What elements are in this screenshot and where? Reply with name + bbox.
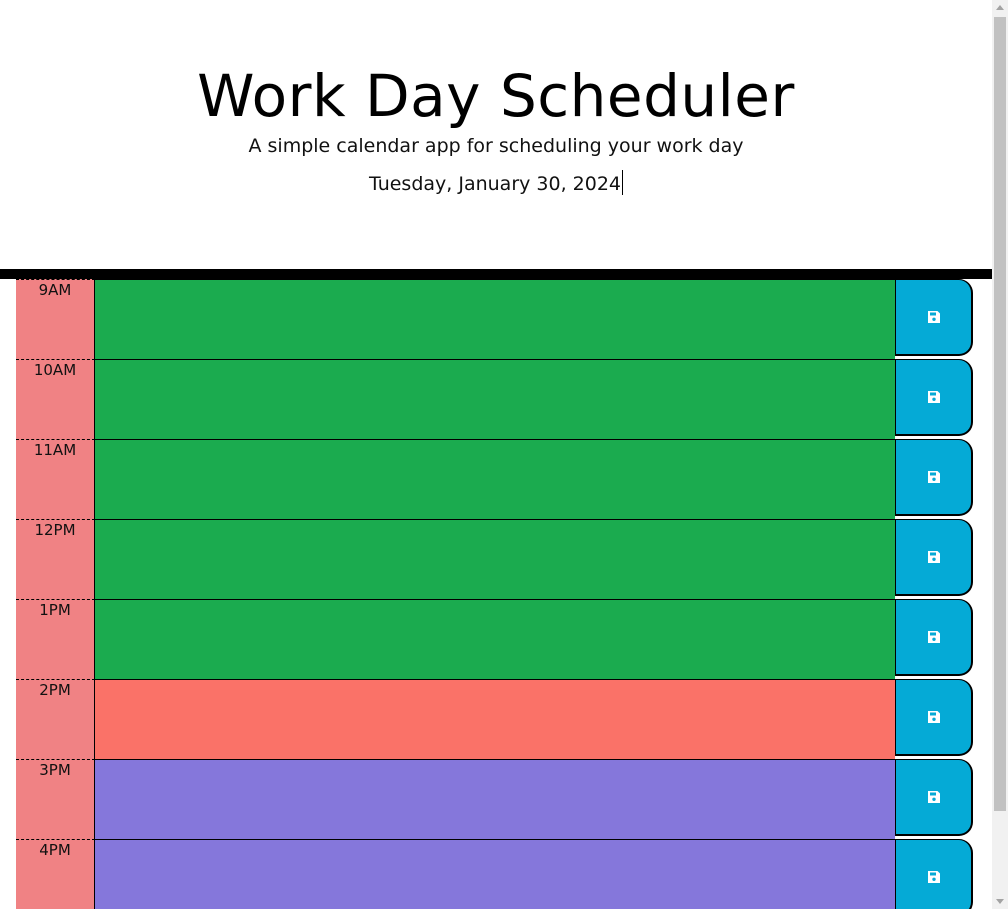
page: Work Day Scheduler A simple calendar app… bbox=[0, 0, 992, 909]
description-textarea[interactable] bbox=[95, 519, 895, 599]
jumbotron-header: Work Day Scheduler A simple calendar app… bbox=[0, 0, 992, 269]
time-block-row: 1PM bbox=[16, 599, 976, 679]
description-textarea[interactable] bbox=[95, 759, 895, 839]
scroll-down-arrow-icon[interactable] bbox=[996, 899, 1004, 904]
floppy-disk-icon bbox=[927, 471, 940, 483]
save-button[interactable] bbox=[895, 679, 973, 756]
text-caret bbox=[622, 170, 624, 195]
hour-label: 1PM bbox=[16, 599, 95, 679]
save-button[interactable] bbox=[895, 839, 973, 909]
scroll-up-arrow-icon[interactable] bbox=[996, 5, 1004, 10]
save-button[interactable] bbox=[895, 439, 973, 516]
description-textarea[interactable] bbox=[95, 599, 895, 679]
hour-label: 2PM bbox=[16, 679, 95, 759]
scrollbar-thumb[interactable] bbox=[994, 17, 1006, 811]
time-block-container: 9AM 10AM 11AM 12PM 1PM 2PM 3PM 4PM bbox=[16, 279, 976, 909]
hour-label: 9AM bbox=[16, 279, 95, 359]
floppy-disk-icon bbox=[927, 631, 940, 643]
time-block-row: 2PM bbox=[16, 679, 976, 759]
floppy-disk-icon bbox=[927, 311, 940, 323]
hour-label: 4PM bbox=[16, 839, 95, 909]
time-block-row: 3PM bbox=[16, 759, 976, 839]
page-subtitle: A simple calendar app for scheduling you… bbox=[248, 135, 744, 157]
floppy-disk-icon bbox=[927, 391, 940, 403]
vertical-scrollbar[interactable] bbox=[992, 0, 1008, 909]
time-block-row: 11AM bbox=[16, 439, 976, 519]
time-block-row: 9AM bbox=[16, 279, 976, 359]
hour-label: 10AM bbox=[16, 359, 95, 439]
save-button[interactable] bbox=[895, 599, 973, 676]
floppy-disk-icon bbox=[927, 551, 940, 563]
hour-label: 12PM bbox=[16, 519, 95, 599]
hour-label: 3PM bbox=[16, 759, 95, 839]
page-title: Work Day Scheduler bbox=[197, 62, 795, 130]
description-textarea[interactable] bbox=[95, 839, 895, 909]
current-date-line: Tuesday, January 30, 2024 bbox=[0, 170, 992, 197]
header-divider bbox=[0, 269, 992, 279]
description-textarea[interactable] bbox=[95, 439, 895, 519]
save-button[interactable] bbox=[895, 759, 973, 836]
floppy-disk-icon bbox=[927, 871, 940, 883]
save-button[interactable] bbox=[895, 519, 973, 596]
time-block-row: 12PM bbox=[16, 519, 976, 599]
current-date: Tuesday, January 30, 2024 bbox=[368, 173, 622, 195]
time-block-row: 4PM bbox=[16, 839, 976, 909]
time-block-row: 10AM bbox=[16, 359, 976, 439]
save-button[interactable] bbox=[895, 279, 973, 356]
description-textarea[interactable] bbox=[95, 359, 895, 439]
floppy-disk-icon bbox=[927, 711, 940, 723]
hour-label: 11AM bbox=[16, 439, 95, 519]
floppy-disk-icon bbox=[927, 791, 940, 803]
save-button[interactable] bbox=[895, 359, 973, 436]
description-textarea[interactable] bbox=[95, 279, 895, 359]
description-textarea[interactable] bbox=[95, 679, 895, 759]
